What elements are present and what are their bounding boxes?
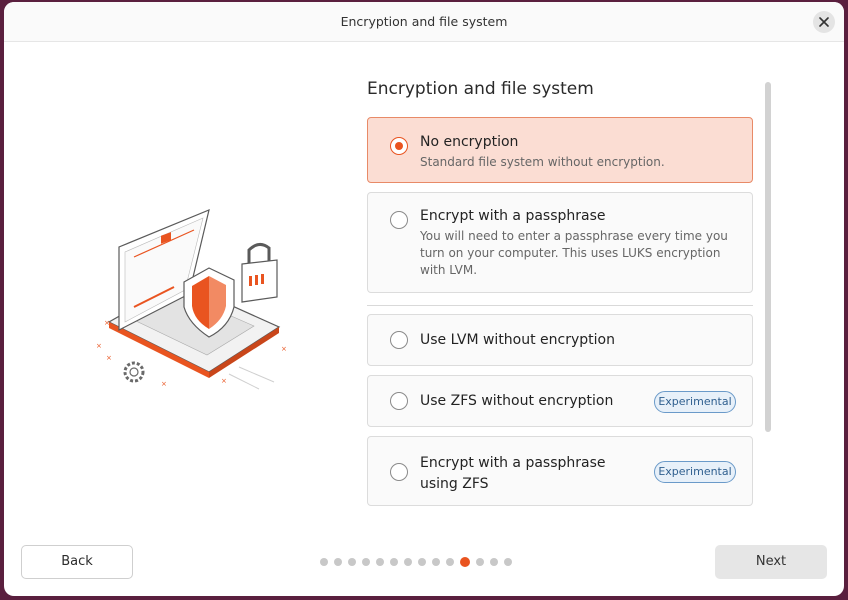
progress-dot: [446, 558, 454, 566]
option-description: You will need to enter a passphrase ever…: [420, 229, 728, 277]
experimental-badge: Experimental: [654, 461, 736, 483]
option-title: Use ZFS without encryption: [420, 393, 614, 409]
svg-text:×: ×: [161, 380, 167, 388]
close-icon: [819, 17, 829, 27]
option-zfs-no-encryption[interactable]: Use ZFS without encryption Experimental: [367, 375, 753, 427]
progress-dot: [376, 558, 384, 566]
option-title: No encryption: [420, 134, 519, 150]
installer-window: Encryption and file system × × × × × × E…: [4, 2, 844, 596]
divider: [367, 305, 753, 306]
next-button[interactable]: Next: [715, 545, 827, 579]
progress-dot: [476, 558, 484, 566]
radio-button[interactable]: [390, 463, 408, 481]
laptop-security-illustration: × × × × × ×: [96, 208, 287, 390]
back-button[interactable]: Back: [21, 545, 133, 579]
radio-button[interactable]: [390, 137, 408, 155]
option-description: Standard file system without encryption.: [420, 155, 665, 169]
option-no-encryption[interactable]: No encryption Standard file system witho…: [367, 117, 753, 183]
gear-icon: [123, 361, 145, 383]
radio-button[interactable]: [390, 211, 408, 229]
option-encrypt-passphrase[interactable]: Encrypt with a passphrase You will need …: [367, 192, 753, 293]
option-title: Use LVM without encryption: [420, 332, 615, 348]
titlebar: Encryption and file system: [4, 2, 844, 42]
progress-dot: [418, 558, 426, 566]
progress-dot: [320, 558, 328, 566]
progress-dot-active: [460, 557, 470, 567]
experimental-badge: Experimental: [654, 391, 736, 413]
svg-text:×: ×: [104, 319, 110, 327]
radio-button[interactable]: [390, 392, 408, 410]
window-title: Encryption and file system: [340, 14, 508, 29]
progress-dot: [334, 558, 342, 566]
option-lvm-no-encryption[interactable]: Use LVM without encryption: [367, 314, 753, 366]
progress-dots: [320, 557, 518, 567]
progress-dot: [490, 558, 498, 566]
progress-dot: [362, 558, 370, 566]
svg-text:×: ×: [221, 377, 227, 385]
radio-button[interactable]: [390, 331, 408, 349]
progress-dot: [390, 558, 398, 566]
option-title: Encrypt with a passphrase using ZFS: [420, 455, 606, 492]
progress-dot: [432, 558, 440, 566]
progress-dot: [404, 558, 412, 566]
padlock-icon: [241, 243, 278, 303]
option-title: Encrypt with a passphrase: [420, 208, 606, 224]
page-title: Encryption and file system: [367, 79, 594, 99]
svg-text:×: ×: [96, 342, 102, 350]
progress-dot: [504, 558, 512, 566]
close-button[interactable]: [813, 11, 835, 33]
scrollbar[interactable]: [765, 82, 771, 432]
svg-text:×: ×: [281, 345, 287, 353]
option-encrypt-zfs[interactable]: Encrypt with a passphrase using ZFS Expe…: [367, 436, 753, 506]
progress-dot: [348, 558, 356, 566]
svg-text:×: ×: [106, 354, 112, 362]
